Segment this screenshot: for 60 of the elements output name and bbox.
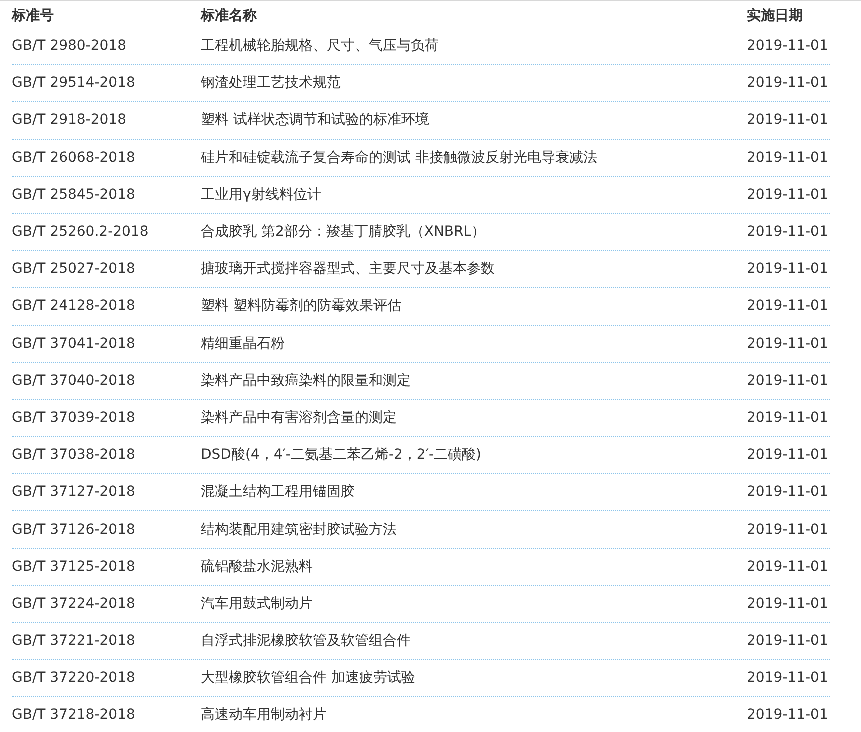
effective-date: 2019-11-01: [747, 558, 830, 575]
standard-number: GB/T 25845-2018: [12, 186, 136, 203]
effective-date: 2019-11-01: [747, 224, 830, 240]
effective-date: 2019-11-01: [747, 707, 830, 724]
standard-number: GB/T 26068-2018: [12, 150, 136, 166]
standard-number: GB/T 37125-2018: [12, 558, 136, 575]
standard-name: 钢渣处理工艺技术规范: [201, 74, 342, 92]
effective-date: 2019-11-01: [747, 298, 830, 314]
effective-date: 2019-11-01: [747, 522, 830, 538]
effective-date: 2019-11-01: [747, 112, 830, 128]
effective-date: 2019-11-01: [747, 372, 830, 389]
standard-name: 汽车用鼓式制动片: [201, 594, 314, 613]
standard-name: 硅片和硅锭载流子复合寿命的测试 非接触微波反射光电导衰减法: [201, 148, 598, 167]
standard-number: GB/T 37127-2018: [12, 484, 136, 500]
effective-date: 2019-11-01: [747, 410, 830, 426]
effective-date: 2019-11-01: [747, 186, 830, 203]
standard-number: GB/T 37224-2018: [12, 596, 136, 612]
standard-name: 混凝土结构工程用锚固胶: [201, 483, 356, 502]
effective-date: 2019-11-01: [747, 336, 830, 352]
column-header: 标准号: [12, 7, 55, 25]
effective-date: 2019-11-01: [747, 38, 830, 54]
standard-number: GB/T 37218-2018: [12, 707, 136, 724]
standard-name: DSD酸(4，4′-二氨基二苯乙烯-2，2′-二磺酸): [201, 446, 483, 464]
standard-number: GB/T 25260.2-2018: [12, 224, 150, 240]
standard-name: 塑料 塑料防霉剂的防霉效果评估: [201, 297, 402, 316]
effective-date: 2019-11-01: [747, 150, 830, 166]
effective-date: 2019-11-01: [747, 596, 830, 612]
effective-date: 2019-11-01: [747, 447, 830, 464]
standard-name: 染料产品中致癌染料的限量和测定: [201, 372, 412, 390]
standard-name: 大型橡胶软管组合件 加速疲劳试验: [201, 669, 416, 688]
effective-date: 2019-11-01: [747, 670, 830, 686]
standard-number: GB/T 29514-2018: [12, 75, 136, 92]
standard-name: 合成胶乳 第2部分：羧基丁腈胶乳（XNBRL）: [201, 223, 487, 242]
standard-name: 工程机械轮胎规格、尺寸、气压与负荷: [201, 37, 440, 56]
standard-name: 染料产品中有害溶剂含量的测定: [201, 408, 398, 427]
standard-number: GB/T 37039-2018: [12, 410, 136, 426]
standard-name: 结构装配用建筑密封胶试验方法: [201, 520, 398, 539]
standard-number: GB/T 37126-2018: [12, 522, 136, 538]
standard-number: GB/T 2980-2018: [12, 38, 128, 54]
standard-number: GB/T 37221-2018: [12, 633, 136, 650]
standard-name: 塑料 试样状态调节和试验的标准环境: [201, 111, 430, 130]
standard-name: 硫铝酸盐水泥熟料: [201, 558, 314, 576]
standard-name: 工业用γ射线料位计: [201, 186, 322, 204]
standard-name: 高速动车用制动衬片: [201, 706, 328, 724]
standard-name: 自浮式排泥橡胶软管及软管组合件: [201, 632, 412, 650]
effective-date: 2019-11-01: [747, 75, 830, 92]
effective-date: 2019-11-01: [747, 261, 830, 278]
standard-number: GB/T 37041-2018: [12, 336, 136, 352]
standard-name: 精细重晶石粉: [201, 334, 286, 353]
standard-number: GB/T 37220-2018: [12, 670, 136, 686]
standard-number: GB/T 24128-2018: [12, 298, 136, 314]
standard-number: GB/T 25027-2018: [12, 261, 136, 278]
effective-date: 2019-11-01: [747, 484, 830, 500]
column-header: 实施日期: [747, 7, 804, 25]
standard-number: GB/T 2918-2018: [12, 112, 128, 128]
standard-number: GB/T 37040-2018: [12, 372, 136, 389]
standard-name: 搪玻璃开式搅拌容器型式、主要尺寸及基本参数: [201, 260, 496, 278]
column-header: 标准名称: [201, 7, 258, 25]
effective-date: 2019-11-01: [747, 633, 830, 650]
standard-number: GB/T 37038-2018: [12, 447, 136, 464]
